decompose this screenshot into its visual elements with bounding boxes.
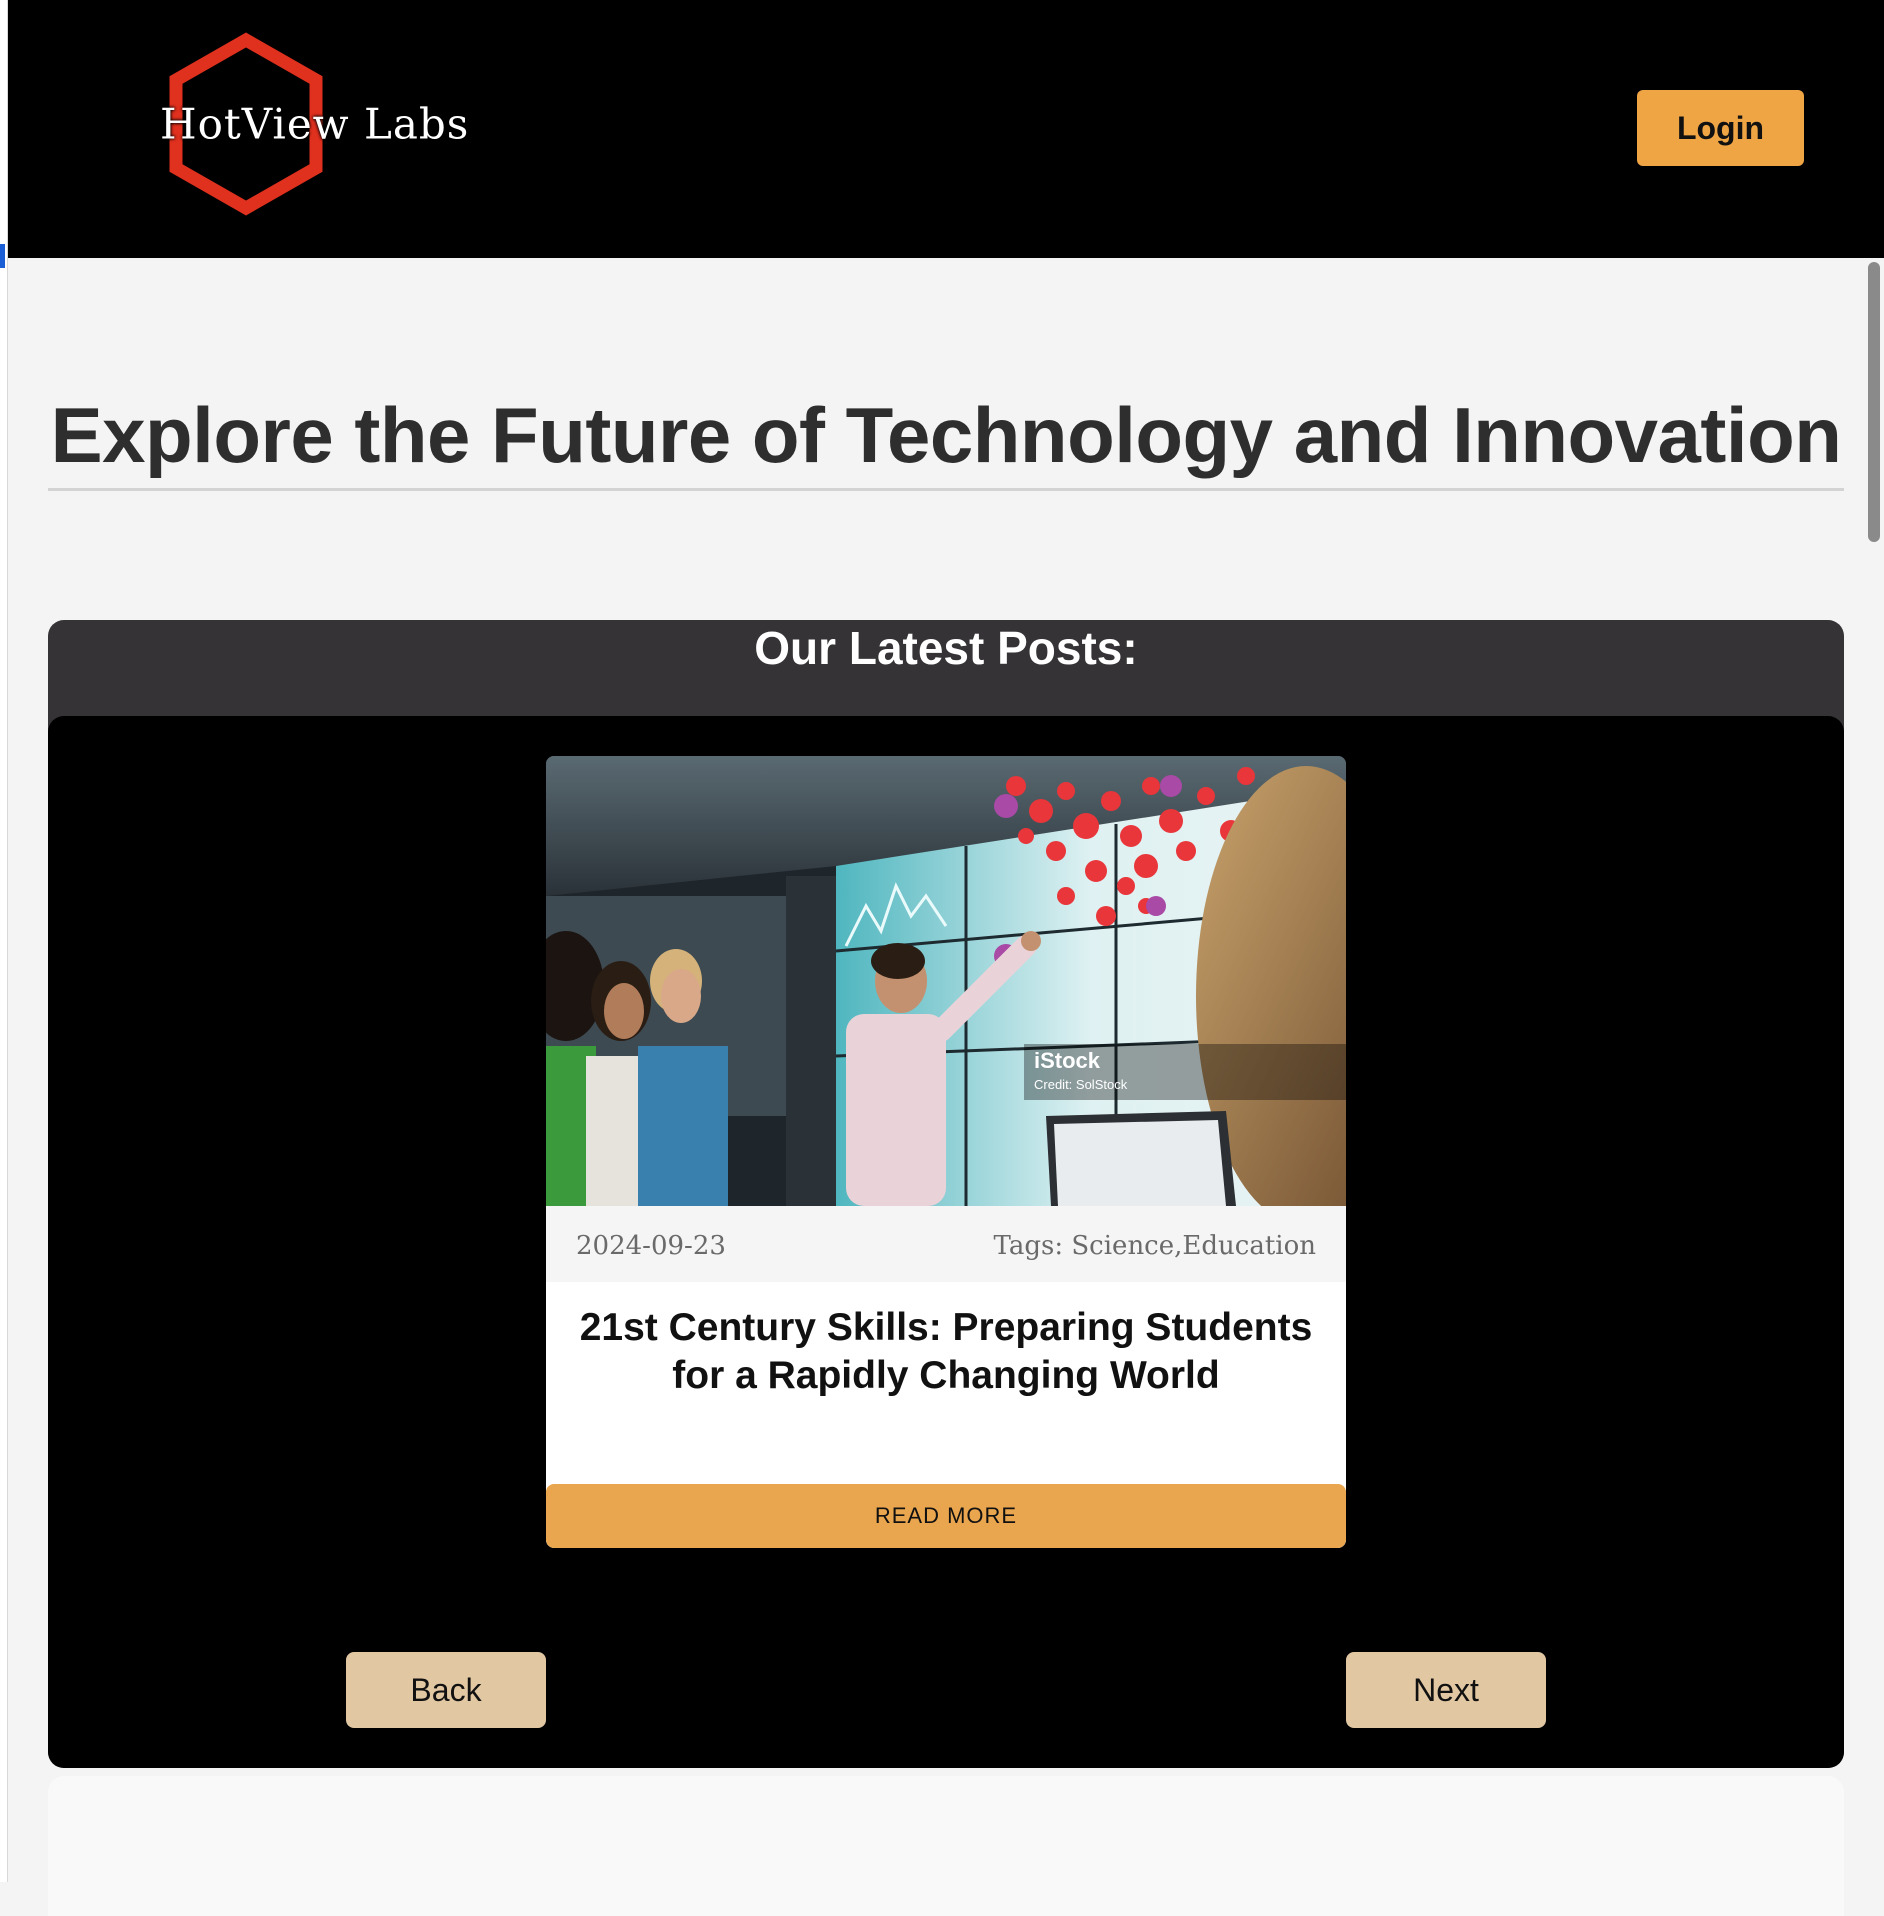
next-button[interactable]: Next bbox=[1346, 1652, 1546, 1728]
read-more-button[interactable]: READ MORE bbox=[546, 1484, 1346, 1548]
post-title[interactable]: 21st Century Skills: Preparing Students … bbox=[576, 1304, 1316, 1400]
post-tags: Tags: Science,Education bbox=[993, 1231, 1316, 1261]
image-credit: Credit: SolStock bbox=[1034, 1077, 1128, 1092]
posts-heading: Our Latest Posts: bbox=[754, 622, 1138, 674]
site-header: HotView Labs Login bbox=[8, 0, 1884, 258]
page-title: Explore the Future of Technology and Inn… bbox=[50, 391, 1842, 479]
post-card[interactable]: iStock Credit: SolStock 2024-09-23 Tags:… bbox=[546, 756, 1346, 1548]
page: HotView Labs Login Explore the Future of… bbox=[0, 0, 1884, 1916]
post-image[interactable]: iStock Credit: SolStock bbox=[546, 756, 1346, 1206]
posts-carousel: iStock Credit: SolStock 2024-09-23 Tags:… bbox=[48, 716, 1844, 1768]
post-date: 2024-09-23 bbox=[576, 1231, 726, 1261]
site-logo[interactable]: HotView Labs bbox=[156, 32, 476, 216]
title-divider bbox=[48, 488, 1844, 491]
login-button[interactable]: Login bbox=[1637, 90, 1804, 166]
post-meta: 2024-09-23 Tags: Science,Education bbox=[546, 1206, 1346, 1282]
post-image-illustration: iStock Credit: SolStock bbox=[546, 756, 1346, 1206]
image-watermark: iStock bbox=[1034, 1048, 1101, 1073]
browser-edge-marker bbox=[0, 244, 5, 268]
latest-posts-section: Our Latest Posts: iStock Credit: SolStoc… bbox=[48, 620, 1844, 1768]
scrollbar-thumb[interactable] bbox=[1868, 262, 1880, 542]
browser-left-edge bbox=[0, 0, 8, 1882]
logo-text: HotView Labs bbox=[160, 99, 470, 149]
back-button[interactable]: Back bbox=[346, 1652, 546, 1728]
next-content-section bbox=[48, 1776, 1844, 1916]
